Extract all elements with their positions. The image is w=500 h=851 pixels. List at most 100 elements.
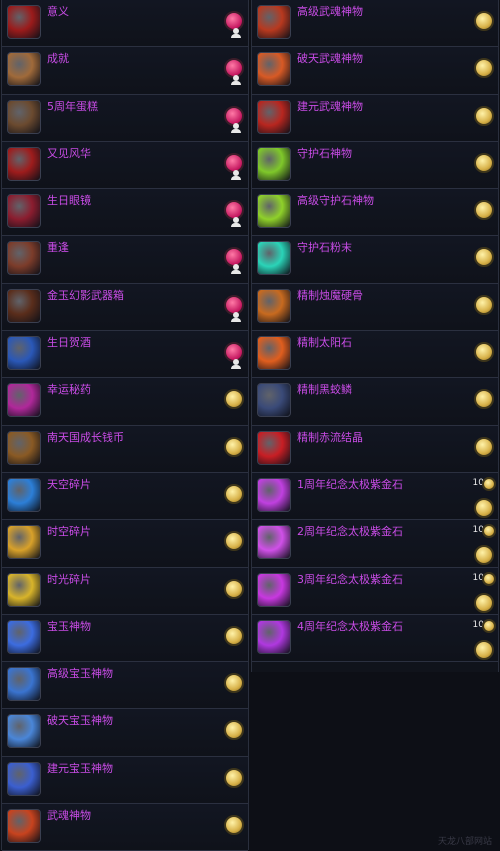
item-icon[interactable] xyxy=(257,288,291,323)
item-name: 破天武魂神物 xyxy=(297,52,363,66)
item-name: 意义 xyxy=(47,5,69,18)
item-icon[interactable] xyxy=(257,619,291,654)
left-item-row[interactable]: 金玉幻影武器箱 xyxy=(2,283,248,332)
left-item-row[interactable]: 宝玉神物 xyxy=(2,614,248,663)
right-item-row[interactable]: 高级武魂神物 xyxy=(252,0,498,48)
right-item-row[interactable]: 建元武魂神物 xyxy=(252,94,498,142)
left-item-row[interactable]: 又见风华 xyxy=(2,141,248,190)
item-name: 南天国成长钱币 xyxy=(47,430,124,444)
item-name: 4周年纪念太极紫金石 xyxy=(297,619,403,633)
item-name: 宝玉神物 xyxy=(47,619,91,633)
left-item-row[interactable]: 建元宝玉神物 xyxy=(2,756,248,805)
item-icon[interactable] xyxy=(7,146,41,181)
person-icon xyxy=(231,122,241,133)
left-item-row[interactable]: 高级宝玉神物 xyxy=(2,662,248,710)
right-item-row[interactable]: 守护石粉末 xyxy=(252,236,498,284)
item-icon[interactable] xyxy=(7,288,41,323)
gold-coin-icon xyxy=(482,571,496,586)
item-icon[interactable] xyxy=(7,99,41,134)
left-item-row[interactable]: 5周年蛋糕 xyxy=(2,94,248,142)
item-icon[interactable] xyxy=(257,99,291,134)
gold-coin-icon xyxy=(474,342,494,363)
item-icon[interactable] xyxy=(257,572,291,607)
item-icon[interactable] xyxy=(7,336,41,371)
item-icon[interactable] xyxy=(7,477,41,512)
watermark-text: 天龙八部网站 xyxy=(437,837,492,847)
item-name: 时空碎片 xyxy=(47,525,91,539)
left-item-row[interactable]: 生日眼镜 xyxy=(2,189,248,237)
item-name: 守护石神物 xyxy=(297,146,352,160)
item-list-screen: 意义成就 5周年蛋糕 又见风华 生日眼镜 重逢 金玉幻影武器箱 生日贺酒幸运秘药南天国成长钱… xyxy=(0,0,500,851)
gold-coin-icon xyxy=(224,815,244,836)
item-icon[interactable] xyxy=(7,194,41,229)
item-icon[interactable] xyxy=(257,5,291,39)
item-icon[interactable] xyxy=(7,241,41,276)
item-icon[interactable] xyxy=(7,5,41,39)
right-item-row[interactable]: 守护石神物 xyxy=(252,141,498,190)
item-name: 2周年纪念太极紫金石 xyxy=(297,525,403,539)
left-item-row[interactable]: 南天国成长钱币 xyxy=(2,425,248,473)
right-item-row[interactable]: 精制黑蛟鳞 xyxy=(252,378,498,426)
left-item-row[interactable]: 意义 xyxy=(2,0,248,48)
gold-coin-icon xyxy=(224,673,244,694)
gold-coin-icon xyxy=(474,200,494,221)
left-item-row[interactable]: 重逢 xyxy=(2,236,248,284)
gold-coin-icon xyxy=(482,476,496,491)
item-icon[interactable] xyxy=(7,619,41,654)
right-item-row[interactable]: 高级守护石神物 xyxy=(252,189,498,237)
item-name: 破天宝玉神物 xyxy=(47,714,113,728)
left-item-row[interactable]: 幸运秘药 xyxy=(2,378,248,426)
item-name: 时光碎片 xyxy=(47,572,91,586)
item-icon[interactable] xyxy=(7,430,41,465)
gold-coin-icon xyxy=(474,11,494,31)
person-icon xyxy=(231,75,241,86)
item-icon[interactable] xyxy=(7,761,41,796)
gold-coin-icon xyxy=(474,497,494,518)
right-item-row[interactable]: 3周年纪念太极紫金石 10 xyxy=(252,567,498,615)
item-name: 高级武魂神物 xyxy=(297,5,363,18)
item-icon[interactable] xyxy=(7,667,41,702)
item-icon[interactable] xyxy=(257,383,291,418)
gold-coin-icon xyxy=(474,436,494,457)
gold-coin-icon xyxy=(474,639,494,660)
item-icon[interactable] xyxy=(7,383,41,418)
item-icon[interactable] xyxy=(7,572,41,607)
item-name: 成就 xyxy=(47,52,69,66)
item-icon[interactable] xyxy=(257,146,291,181)
item-icon[interactable] xyxy=(7,714,41,749)
item-icon[interactable] xyxy=(257,241,291,276)
left-item-row[interactable]: 武魂神物 xyxy=(2,804,248,851)
right-item-row[interactable]: 1周年纪念太极紫金石 10 xyxy=(252,472,498,521)
gold-coin-icon xyxy=(224,436,244,457)
item-icon[interactable] xyxy=(7,52,41,87)
left-item-row[interactable]: 天空碎片 xyxy=(2,472,248,521)
gold-coin-icon xyxy=(474,389,494,410)
item-name: 幸运秘药 xyxy=(47,383,91,397)
gold-coin-icon xyxy=(224,625,244,646)
person-icon xyxy=(231,217,241,228)
right-item-row[interactable]: 精制赤流结晶 xyxy=(252,425,498,473)
item-icon[interactable] xyxy=(257,194,291,229)
left-item-row[interactable]: 时光碎片 xyxy=(2,567,248,615)
item-icon[interactable] xyxy=(257,525,291,560)
right-item-row[interactable]: 精制太阳石 xyxy=(252,331,498,379)
right-item-row[interactable]: 4周年纪念太极紫金石 10 xyxy=(252,614,498,663)
item-icon[interactable] xyxy=(257,52,291,87)
person-icon xyxy=(231,28,241,38)
item-icon[interactable] xyxy=(7,525,41,560)
left-item-row[interactable]: 生日贺酒 xyxy=(2,331,248,379)
left-item-row[interactable]: 成就 xyxy=(2,47,248,95)
left-item-row[interactable]: 时空碎片 xyxy=(2,520,248,568)
person-icon xyxy=(231,169,241,180)
right-item-column: 高级武魂神物 破天武魂神物建元武魂神物守护石神物高级守护石神物 守护石粉末 精制烛魔硬… xyxy=(251,0,499,672)
item-icon[interactable] xyxy=(257,477,291,512)
left-item-row[interactable]: 破天宝玉神物 xyxy=(2,709,248,757)
item-icon[interactable] xyxy=(257,430,291,465)
item-icon[interactable] xyxy=(7,809,41,844)
item-icon[interactable] xyxy=(257,336,291,371)
item-name: 1周年纪念太极紫金石 xyxy=(297,477,403,491)
right-item-row[interactable]: 破天武魂神物 xyxy=(252,47,498,95)
item-name: 高级宝玉神物 xyxy=(47,667,113,681)
right-item-row[interactable]: 精制烛魔硬骨 xyxy=(252,283,498,332)
right-item-row[interactable]: 2周年纪念太极紫金石 10 xyxy=(252,520,498,568)
